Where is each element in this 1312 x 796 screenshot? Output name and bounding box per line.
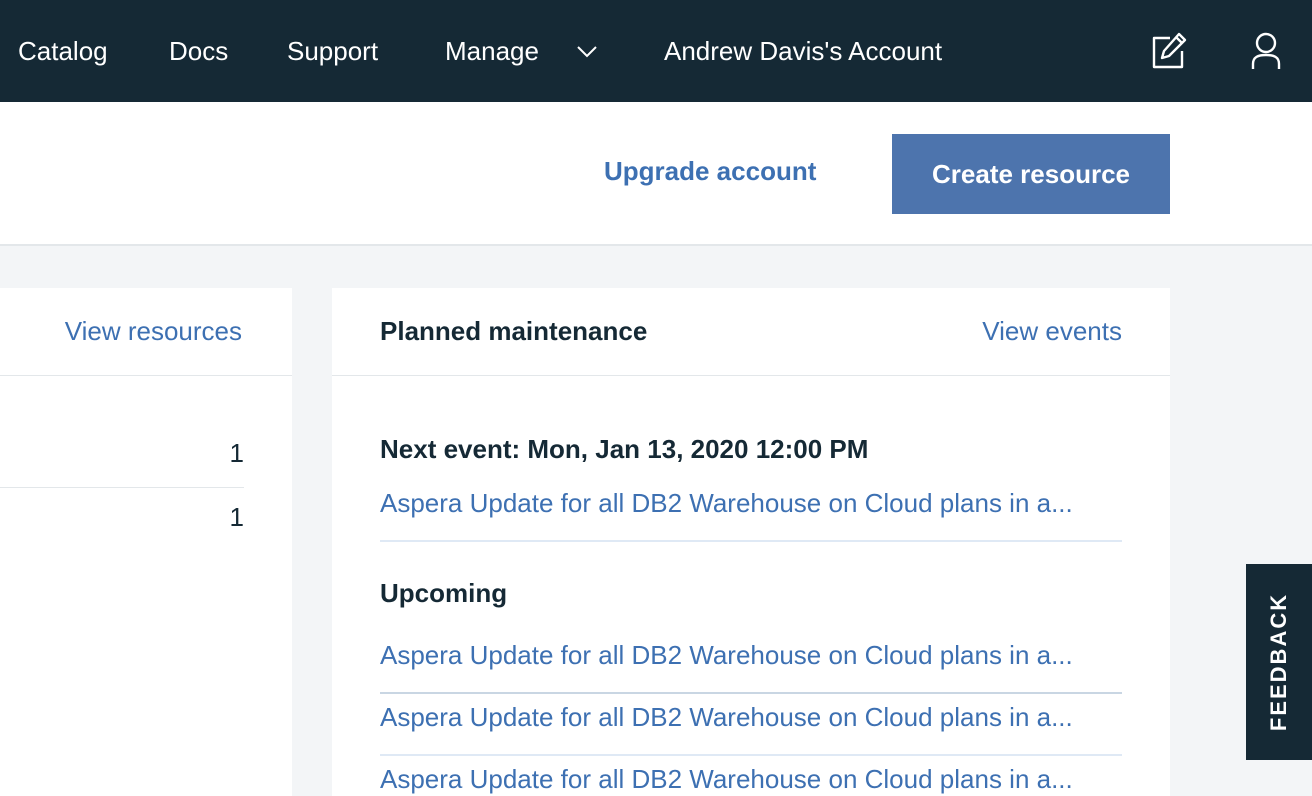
upcoming-event-link[interactable]: Aspera Update for all DB2 Warehouse on C… [380, 632, 1122, 694]
next-event-heading: Next event: Mon, Jan 13, 2020 12:00 PM [380, 434, 869, 464]
nav-support[interactable]: Support [287, 0, 378, 102]
resource-count: 1 [229, 438, 244, 468]
upcoming-event-link[interactable]: Aspera Update for all DB2 Warehouse on C… [380, 756, 1122, 796]
edit-icon[interactable] [1148, 30, 1188, 72]
feedback-tab[interactable]: FEEDBACK [1246, 564, 1312, 760]
create-resource-button[interactable]: Create resource [892, 134, 1170, 214]
page-action-bar: Upgrade account Create resource [0, 102, 1312, 246]
upcoming-event-link[interactable]: Aspera Update for all DB2 Warehouse on C… [380, 694, 1122, 756]
nav-catalog[interactable]: Catalog [18, 0, 108, 102]
nav-manage[interactable]: Manage [445, 0, 539, 102]
view-events-link[interactable]: View events [982, 316, 1122, 347]
view-resources-link[interactable]: View resources [65, 316, 242, 347]
chevron-down-icon[interactable] [574, 38, 600, 64]
top-navigation-bar: Catalog Docs Support Manage Andrew Davis… [0, 0, 1312, 102]
resource-summary-header: View resources [0, 288, 292, 376]
next-event-link[interactable]: Aspera Update for all DB2 Warehouse on C… [380, 480, 1122, 542]
account-switcher[interactable]: Andrew Davis's Account [664, 0, 942, 102]
nav-docs[interactable]: Docs [169, 0, 228, 102]
resource-summary-card: View resources 1 1 [0, 288, 292, 796]
list-item: 1 [0, 488, 244, 552]
list-item: 1 [0, 424, 244, 488]
card-title: Planned maintenance [380, 316, 648, 346]
resource-count: 1 [229, 502, 244, 532]
planned-maintenance-header: Planned maintenance View events [332, 288, 1170, 376]
feedback-label: FEEDBACK [1266, 592, 1291, 732]
user-icon[interactable] [1246, 30, 1286, 72]
planned-maintenance-card: Planned maintenance View events Next eve… [332, 288, 1170, 796]
upcoming-heading: Upcoming [380, 578, 508, 608]
upgrade-account-link[interactable]: Upgrade account [604, 156, 816, 187]
